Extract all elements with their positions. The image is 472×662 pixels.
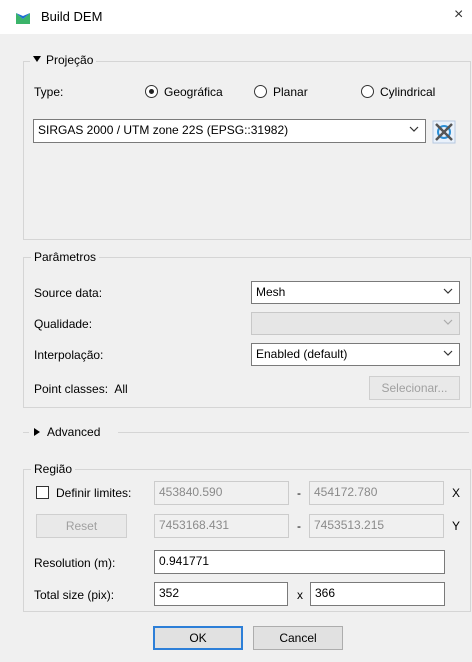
close-icon[interactable]: × xyxy=(454,6,463,24)
size-width-input[interactable]: 352 xyxy=(154,582,288,606)
title-bar: Build DEM × xyxy=(0,0,472,34)
source-data-select[interactable]: Mesh xyxy=(251,281,460,304)
collapse-triangle-icon xyxy=(33,56,41,62)
definir-limites-label[interactable]: Definir limites: xyxy=(56,486,131,500)
qualidade-select xyxy=(251,312,460,335)
y-max-field: 7453513.215 xyxy=(309,514,444,538)
radio-cylindrical[interactable] xyxy=(361,85,374,98)
type-label: Type: xyxy=(34,85,64,99)
qualidade-label: Qualidade: xyxy=(34,317,93,331)
definir-limites-checkbox[interactable] xyxy=(36,486,49,499)
projecao-toggle[interactable]: Projeção xyxy=(30,53,97,67)
selecionar-button: Selecionar... xyxy=(369,376,460,400)
crs-selector-icon[interactable] xyxy=(432,120,456,144)
crs-select[interactable]: SIRGAS 2000 / UTM zone 22S (EPSG::31982) xyxy=(33,119,426,143)
total-size-label: Total size (pix): xyxy=(34,588,115,602)
chevron-down-icon xyxy=(443,319,453,325)
resolution-input[interactable]: 0.941771 xyxy=(154,550,445,574)
resolution-label: Resolution (m): xyxy=(34,556,116,570)
advanced-title: Advanced xyxy=(47,425,101,439)
advanced-divider-right xyxy=(118,432,469,433)
chevron-down-icon xyxy=(443,350,453,356)
source-data-value: Mesh xyxy=(256,285,286,299)
y-min-field: 7453168.431 xyxy=(154,514,289,538)
point-classes-label: Point classes: All xyxy=(34,382,128,396)
interpolacao-select[interactable]: Enabled (default) xyxy=(251,343,460,366)
reset-button: Reset xyxy=(36,514,127,538)
crs-select-value: SIRGAS 2000 / UTM zone 22S (EPSG::31982) xyxy=(38,123,289,137)
interpolacao-value: Enabled (default) xyxy=(256,347,348,361)
chevron-down-icon xyxy=(409,126,419,132)
radio-cylindrical-label[interactable]: Cylindrical xyxy=(380,85,435,99)
advanced-divider-left xyxy=(23,432,29,433)
x-min-field: 453840.590 xyxy=(154,481,289,505)
radio-geografica-label[interactable]: Geográfica xyxy=(164,85,223,99)
ok-button[interactable]: OK xyxy=(153,626,243,650)
regiao-title: Região xyxy=(31,462,76,476)
interpolacao-label: Interpolação: xyxy=(34,348,104,362)
cancel-button[interactable]: Cancel xyxy=(253,626,343,650)
radio-planar-label[interactable]: Planar xyxy=(273,85,308,99)
y-axis-label: Y xyxy=(452,519,461,533)
projecao-title: Projeção xyxy=(46,53,94,67)
size-height-input[interactable]: 366 xyxy=(310,582,445,606)
parametros-title: Parâmetros xyxy=(31,250,100,264)
x-axis-label: X xyxy=(452,486,461,500)
window-title: Build DEM xyxy=(41,9,103,24)
point-classes-text: Point classes: xyxy=(34,382,109,396)
chevron-down-icon xyxy=(443,288,453,294)
expand-triangle-icon xyxy=(34,428,40,436)
size-times-label: x xyxy=(297,588,303,602)
x-max-field: 454172.780 xyxy=(309,481,444,505)
advanced-toggle[interactable]: Advanced xyxy=(34,425,100,439)
mesh-icon xyxy=(16,13,30,24)
x-range-dash: - xyxy=(297,486,301,500)
radio-planar[interactable] xyxy=(254,85,267,98)
point-classes-value: All xyxy=(114,382,128,396)
source-data-label: Source data: xyxy=(34,286,103,300)
y-range-dash: - xyxy=(297,519,301,533)
radio-geografica[interactable] xyxy=(145,85,158,98)
